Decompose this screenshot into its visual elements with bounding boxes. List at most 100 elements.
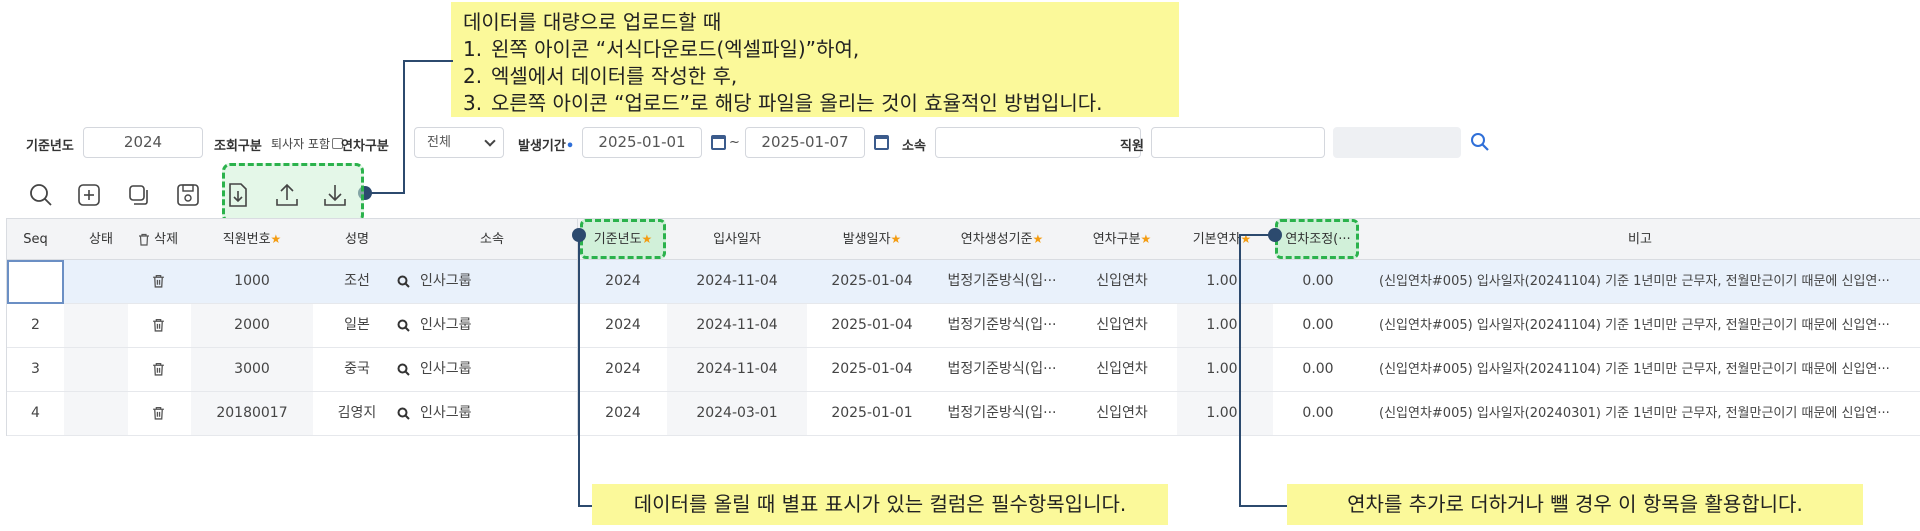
- cell-adjust[interactable]: 0.00: [1277, 304, 1359, 347]
- add-icon[interactable]: [72, 177, 106, 213]
- cell-adjust[interactable]: 0.00: [1277, 392, 1359, 435]
- copy-icon[interactable]: [122, 177, 156, 213]
- search-icon[interactable]: [397, 363, 410, 376]
- cell-remark[interactable]: (신입연차#005) 입사일자(20241104) 기준 1년미만 근무자, 전…: [1379, 304, 1915, 347]
- cell-hire-date[interactable]: 2024-11-04: [667, 304, 807, 347]
- cell-hire-date[interactable]: 2024-11-04: [667, 348, 807, 391]
- header-seq[interactable]: Seq: [7, 219, 64, 260]
- trash-icon: [152, 274, 164, 288]
- header-base-annual[interactable]: 기본연차★: [1177, 219, 1267, 260]
- include-retired-checkbox[interactable]: 퇴사자 포함: [271, 135, 344, 152]
- cell-adjust[interactable]: 0.00: [1277, 260, 1359, 303]
- table-row[interactable]: 4 20180017 김영지 2024 2024-03-01 2025-01-01 법정기준…: [7, 392, 1920, 436]
- cell-remark[interactable]: (신입연차#005) 입사일자(20241104) 기준 1년미만 근무자, 전…: [1379, 348, 1915, 391]
- selected-cell: [7, 260, 64, 304]
- upload-icon[interactable]: [270, 177, 304, 213]
- delete-row-button[interactable]: [125, 260, 191, 303]
- header-dept[interactable]: 소속: [407, 219, 577, 260]
- adjust-connector-line: [1239, 234, 1241, 506]
- cell-seq[interactable]: 4: [7, 392, 64, 435]
- cell-dept[interactable]: 인사그룹: [397, 260, 577, 303]
- search-icon[interactable]: [397, 319, 410, 332]
- cell-base-annual[interactable]: 1.00: [1177, 304, 1267, 347]
- save-icon[interactable]: [171, 177, 205, 213]
- cell-name[interactable]: 김영지: [317, 392, 397, 435]
- cell-gen-basis[interactable]: 법정기준방식(입···: [937, 304, 1067, 347]
- template-download-icon[interactable]: [221, 177, 255, 213]
- cell-occur-date[interactable]: 2025-01-04: [807, 260, 937, 303]
- cell-name[interactable]: 중국: [317, 348, 397, 391]
- cell-occur-date[interactable]: 2025-01-04: [807, 348, 937, 391]
- cell-base-annual[interactable]: 1.00: [1177, 348, 1267, 391]
- employee-input[interactable]: [1151, 127, 1325, 158]
- trash-icon: [152, 406, 164, 420]
- cell-dept[interactable]: 인사그룹: [397, 348, 577, 391]
- cell-gen-basis[interactable]: 법정기준방식(입···: [937, 392, 1067, 435]
- delete-row-button[interactable]: [125, 392, 191, 435]
- year-input[interactable]: 2024: [83, 127, 203, 158]
- cell-emp-no[interactable]: 2000: [197, 304, 307, 347]
- calendar-icon[interactable]: [711, 135, 726, 150]
- cell-base-annual[interactable]: 1.00: [1177, 260, 1267, 303]
- cell-dept[interactable]: 인사그룹: [397, 392, 577, 435]
- cell-base-year[interactable]: 2024: [583, 348, 663, 391]
- table-row[interactable]: 11000조선20242024-11-042025-01-04법정기준방식(입·…: [7, 260, 1920, 304]
- cell-emp-no[interactable]: 3000: [197, 348, 307, 391]
- header-emp-no[interactable]: 직원번호★: [197, 219, 307, 260]
- cell-gen-basis[interactable]: 법정기준방식(입···: [937, 260, 1067, 303]
- cell-dept[interactable]: 인사그룹: [397, 304, 577, 347]
- cell-seq[interactable]: 3: [7, 348, 64, 391]
- header-delete[interactable]: 삭제: [125, 219, 191, 260]
- header-name[interactable]: 성명: [317, 219, 397, 260]
- date-to-input[interactable]: 2025-01-07: [745, 127, 865, 158]
- trash-icon: [152, 362, 164, 376]
- cell-name[interactable]: 일본: [317, 304, 397, 347]
- download-icon[interactable]: [318, 177, 352, 213]
- cell-base-year[interactable]: 2024: [583, 392, 663, 435]
- cell-remark[interactable]: (신입연차#005) 입사일자(20240301) 기준 1년미만 근무자, 전…: [1379, 392, 1915, 435]
- delete-row-button[interactable]: [125, 304, 191, 347]
- upload-guide-callout: 데이터를 대량으로 업로드할 때 1. 왼쪽 아이콘 “서식다운로드(엑셀파일)”…: [451, 2, 1179, 117]
- search-icon[interactable]: [397, 275, 410, 288]
- search-icon[interactable]: [24, 177, 58, 213]
- cell-annual-type[interactable]: 신입연차: [1067, 260, 1177, 303]
- cell-base-annual[interactable]: 1.00: [1177, 392, 1267, 435]
- cell-gen-basis[interactable]: 법정기준방식(입···: [937, 348, 1067, 391]
- date-separator: ~: [729, 135, 740, 150]
- cell-hire-date[interactable]: 2024-03-01: [667, 392, 807, 435]
- cell-name[interactable]: 조선: [317, 260, 397, 303]
- header-status[interactable]: 상태: [77, 219, 125, 260]
- cell-annual-type[interactable]: 신입연차: [1067, 392, 1177, 435]
- delete-row-button[interactable]: [125, 348, 191, 391]
- required-connector-line: [578, 505, 592, 507]
- dept-input[interactable]: [935, 127, 1141, 158]
- cell-adjust[interactable]: 0.00: [1277, 348, 1359, 391]
- search-icon[interactable]: [397, 407, 410, 420]
- cell-remark[interactable]: (신입연차#005) 입사일자(20241104) 기준 1년미만 근무자, 전…: [1379, 260, 1915, 303]
- cell-base-year[interactable]: 2024: [583, 304, 663, 347]
- employee-label: 직원: [1120, 139, 1144, 154]
- date-from-input[interactable]: 2025-01-01: [582, 127, 702, 158]
- table-row[interactable]: 2 2000 일본 2024 2024-11-04 2025-01-04 법정기준방식(입·…: [7, 304, 1920, 348]
- cell-occur-date[interactable]: 2025-01-01: [807, 392, 937, 435]
- cell-annual-type[interactable]: 신입연차: [1067, 304, 1177, 347]
- cell-emp-no[interactable]: 20180017: [197, 392, 307, 435]
- header-gen-basis[interactable]: 연차생성기준★: [937, 219, 1067, 260]
- search-icon[interactable]: [1470, 132, 1490, 156]
- cell-occur-date[interactable]: 2025-01-04: [807, 304, 937, 347]
- trash-icon: [138, 233, 149, 246]
- calendar-icon[interactable]: [874, 135, 889, 150]
- annual-type-select[interactable]: 전체: [414, 127, 504, 158]
- cell-base-year[interactable]: 2024: [583, 260, 663, 303]
- header-remark[interactable]: 비고: [1359, 219, 1920, 260]
- header-hire-date[interactable]: 입사일자: [667, 219, 807, 260]
- header-annual-type[interactable]: 연차구분★: [1067, 219, 1177, 260]
- header-occur-date[interactable]: 발생일자★: [807, 219, 937, 260]
- cell-annual-type[interactable]: 신입연차: [1067, 348, 1177, 391]
- cell-emp-no[interactable]: 1000: [197, 260, 307, 303]
- cell-hire-date[interactable]: 2024-11-04: [667, 260, 807, 303]
- header-base-year[interactable]: 기준년도★: [583, 219, 663, 260]
- header-adjust[interactable]: 연차조정(···: [1277, 219, 1359, 260]
- cell-seq[interactable]: 2: [7, 304, 64, 347]
- table-row[interactable]: 3 3000 중국 2024 2024-11-04 2025-01-04 법정기준방식(입·…: [7, 348, 1920, 392]
